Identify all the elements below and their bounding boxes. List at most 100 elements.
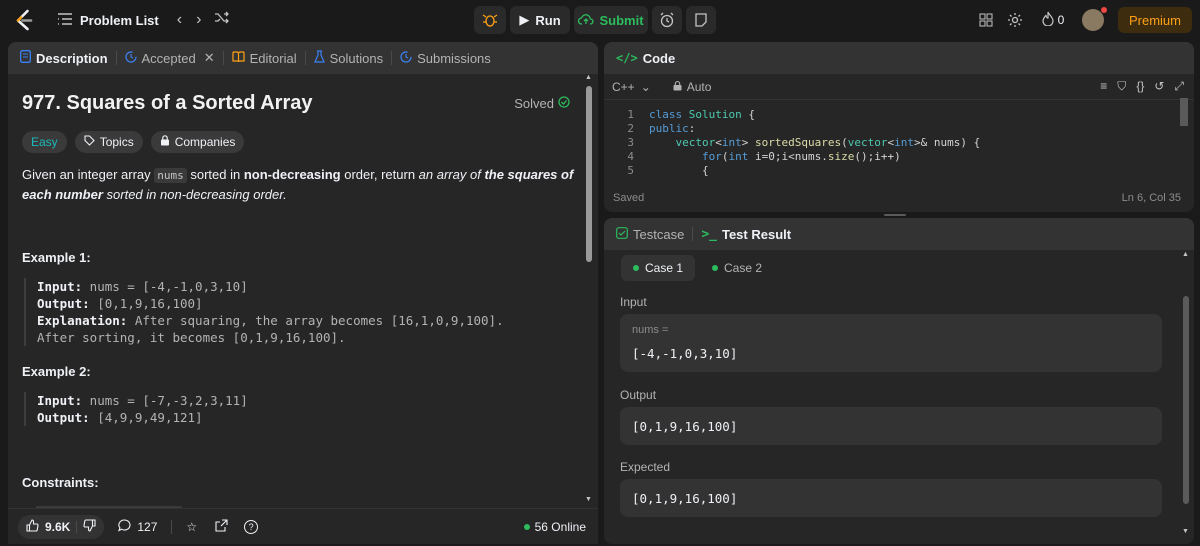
example-value: nums = [-7,-3,2,3,11] [82, 393, 248, 408]
format-icon[interactable]: ≡ [1100, 79, 1107, 94]
output-label: Output [620, 388, 657, 402]
comments-count: 127 [137, 519, 158, 534]
example-2-title: Example 2: [22, 364, 91, 379]
explanation-label: Explanation: [37, 313, 128, 328]
tab-test-result[interactable]: >_ Test Result [695, 218, 797, 250]
expand-icon[interactable]: ⤢ [1174, 79, 1184, 94]
note-icon[interactable] [686, 6, 716, 34]
thumbs-up-icon[interactable] [26, 518, 39, 535]
likes-count: 9.6K [45, 519, 71, 534]
leetcode-logo-icon[interactable] [6, 0, 42, 40]
tab-testcase-label: Testcase [633, 226, 685, 242]
comments-button[interactable]: 127 [118, 518, 158, 535]
case-1-tab[interactable]: Case 1 [621, 255, 696, 281]
resize-handle[interactable] [884, 214, 906, 216]
result-scrollbar[interactable] [1183, 296, 1189, 504]
comment-icon [118, 518, 131, 535]
cursor-position: Ln 6, Col 35 [1121, 192, 1181, 204]
difficulty-badge: Easy [22, 131, 67, 153]
tab-description[interactable]: Description [14, 42, 114, 74]
output-label: Output: [37, 296, 90, 311]
code-icon: </> [616, 51, 638, 65]
statement-italic: sorted in non-decreasing order. [102, 187, 287, 202]
scroll-down-icon[interactable]: ▼ [1182, 528, 1189, 535]
online-dot [523, 523, 530, 530]
tab-testcase[interactable]: Testcase [610, 218, 690, 250]
star-icon[interactable]: ☆ [186, 520, 197, 534]
statement-text: sorted in [186, 167, 244, 182]
tab-divider [222, 51, 224, 65]
pass-dot [712, 265, 718, 271]
scroll-down-icon[interactable]: ▼ [585, 496, 593, 504]
problem-list-button[interactable]: Problem List [58, 13, 159, 28]
tab-divider [304, 51, 306, 65]
bookmark-icon[interactable]: ⛉ [1117, 79, 1126, 94]
like-dislike-group: 9.6K [18, 514, 105, 539]
thumbs-down-icon[interactable] [83, 518, 96, 535]
description-scrollbar[interactable] [586, 86, 592, 262]
tag-icon [84, 135, 95, 149]
example-value: After squaring, the array becomes [16,1,… [127, 313, 504, 328]
line-number: 5 [627, 164, 634, 177]
share-icon[interactable] [215, 518, 228, 535]
example-value: [0,1,9,16,100] [89, 296, 203, 311]
check-circle-icon [558, 96, 570, 111]
tab-solutions[interactable]: Solutions [308, 42, 389, 74]
settings-gear-icon[interactable] [1000, 12, 1030, 28]
debug-icon[interactable] [474, 6, 506, 34]
tab-editorial[interactable]: Editorial [226, 42, 303, 74]
problem-list-label: Problem List [80, 12, 159, 28]
prev-problem-icon[interactable]: ‹ [177, 11, 182, 29]
close-tab-icon[interactable]: ✕ [204, 50, 215, 66]
code-line: class Solution { [649, 108, 755, 121]
chevron-down-icon: ⌄ [640, 79, 651, 94]
output-label: Output: [37, 410, 90, 425]
checkbox-icon [616, 226, 628, 242]
document-icon [20, 50, 31, 66]
nums-label: nums = [632, 324, 669, 336]
tab-code[interactable]: </> Code [610, 42, 681, 74]
notification-dot [1100, 7, 1107, 13]
editor-scrollbar[interactable] [1180, 98, 1188, 126]
premium-button[interactable]: Premium [1117, 7, 1192, 33]
scroll-up-icon[interactable]: ▲ [585, 74, 593, 82]
shuffle-icon[interactable] [215, 11, 230, 29]
case-2-tab[interactable]: Case 2 [704, 255, 770, 281]
streak-counter[interactable]: 0 [1036, 11, 1070, 29]
tab-solutions-label: Solutions [329, 50, 384, 66]
submit-button[interactable]: Submit [574, 6, 648, 34]
tab-accepted-label: Accepted [141, 50, 196, 66]
layout-grid-icon[interactable] [972, 13, 1000, 27]
pass-dot [633, 265, 639, 271]
input-label: Input [620, 295, 647, 309]
help-icon[interactable]: ? [244, 519, 259, 534]
scroll-up-icon[interactable]: ▲ [1182, 251, 1189, 258]
streak-count: 0 [1057, 13, 1065, 27]
language-select[interactable]: C++ ⌄ [612, 80, 651, 94]
tab-accepted[interactable]: Accepted ✕ [119, 42, 221, 74]
constraints-title: Constraints: [22, 475, 99, 490]
run-button[interactable]: ▶ Run [510, 6, 570, 34]
saved-status: Saved [613, 192, 645, 204]
companies-tag[interactable]: Companies [150, 131, 245, 153]
code-line: { [649, 164, 709, 177]
alarm-clock-icon[interactable] [652, 6, 682, 34]
tab-divider [391, 51, 393, 65]
next-problem-icon[interactable]: › [196, 11, 201, 29]
code-line: for(int i=0;i<nums.size();i++) [701, 150, 901, 163]
inline-code: nums [154, 168, 187, 183]
test-tab-bar: Testcase >_ Test Result [604, 218, 1194, 250]
input-box: nums = [-4,-1,0,3,10] [620, 314, 1162, 372]
reset-icon[interactable]: ↺ [1154, 79, 1164, 94]
flame-icon [1042, 11, 1054, 29]
likes-divider [76, 520, 78, 533]
topics-tag[interactable]: Topics [74, 131, 143, 153]
code-line: vector<int> sortedSquares(vector<int>& n… [675, 136, 981, 149]
auto-mode[interactable]: Auto [673, 80, 711, 94]
braces-icon[interactable]: {} [1136, 79, 1144, 94]
tab-divider [692, 227, 694, 241]
code-line: public: [649, 122, 696, 135]
avatar[interactable] [1081, 7, 1107, 31]
tab-submissions[interactable]: Submissions [394, 42, 497, 74]
online-label: 56 Online [534, 519, 586, 534]
